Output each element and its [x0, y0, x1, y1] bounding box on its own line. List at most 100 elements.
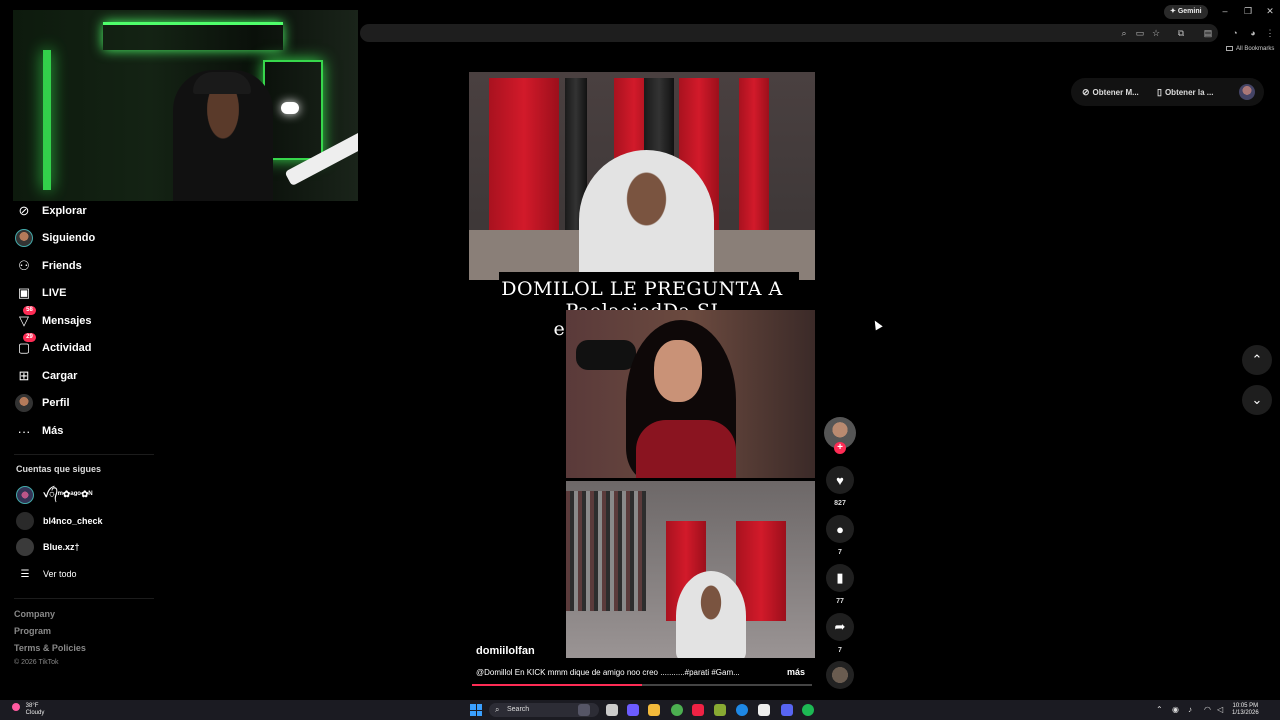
copyright: © 2026 TikTok: [14, 659, 59, 666]
sidebar-item-actividad[interactable]: ▢ 29 Actividad: [14, 333, 92, 360]
more-button[interactable]: más: [787, 667, 805, 677]
sidebar-item-label: Más: [42, 425, 64, 437]
sidebar-item-label: Siguiendo: [42, 232, 96, 244]
chevron-up-icon[interactable]: ⌃: [1156, 705, 1163, 714]
user-avatar[interactable]: [1239, 84, 1255, 100]
chevron-down-icon: ⌄: [1251, 392, 1263, 407]
clock-time: 10:05 PM: [1232, 703, 1259, 709]
sidebar-item-cargar[interactable]: ⊞ Cargar: [14, 364, 78, 388]
taskbar-search-label: Search: [507, 706, 530, 713]
zoom-icon[interactable]: ⌕: [1118, 27, 1130, 39]
share-button[interactable]: ➦: [826, 613, 854, 641]
sidebar-item-perfil[interactable]: Perfil: [14, 391, 70, 415]
sidebar-item-label: Perfil: [42, 397, 70, 409]
get-extension-label-1: Obtener M...: [1092, 87, 1139, 97]
list-icon: ☰: [20, 568, 30, 580]
heart-icon: ♥: [836, 472, 844, 488]
clock-date: 1/13/2026: [1232, 710, 1259, 716]
live-icon: ▣: [17, 285, 31, 300]
compass-icon: ⊘: [18, 203, 30, 218]
share-icon: ➦: [834, 619, 846, 634]
taskview-icon[interactable]: [578, 704, 590, 716]
weather-widget[interactable]: 38°F Cloudy: [12, 703, 44, 717]
sidebar-item-siguiendo[interactable]: Siguiendo: [14, 226, 95, 250]
spotify-icon[interactable]: [802, 704, 814, 716]
footer-terms[interactable]: Terms & Policies: [14, 643, 86, 653]
app-icon[interactable]: [627, 704, 639, 716]
address-bar[interactable]: [360, 24, 1218, 42]
sidepanel-icon[interactable]: ▤: [1202, 27, 1214, 39]
compass-icon: ⊘: [1082, 86, 1090, 97]
video-progress[interactable]: [472, 684, 812, 686]
edge-icon[interactable]: [736, 704, 748, 716]
account-avatar: [16, 486, 34, 504]
folder-icon[interactable]: [648, 704, 660, 716]
all-bookmarks[interactable]: All Bookmarks: [1226, 46, 1274, 52]
chevron-up-icon: ⌃: [1251, 352, 1263, 367]
avatar-icon: [14, 228, 34, 248]
see-all-label: Ver todo: [43, 569, 77, 579]
menu-icon[interactable]: ⋮: [1264, 27, 1276, 39]
messages-badge: 58: [23, 306, 36, 315]
next-video-button[interactable]: ⌄: [1242, 385, 1272, 415]
music-disc-icon[interactable]: [826, 661, 854, 689]
extensions-icon[interactable]: ⧉: [1175, 27, 1187, 39]
cast-icon[interactable]: ▭: [1134, 27, 1146, 39]
clock[interactable]: 10:05 PM 1/13/2026: [1232, 703, 1259, 717]
mic-icon[interactable]: ♪: [1188, 705, 1192, 714]
bookmark-icon: ▮: [836, 570, 844, 585]
save-button[interactable]: ▮: [826, 564, 854, 592]
folder-icon: [1226, 46, 1233, 51]
sidebar-item-label: Explorar: [42, 205, 87, 217]
wifi-icon[interactable]: ◠: [1204, 705, 1211, 714]
sidebar-item-explorar[interactable]: ⊘ Explorar: [14, 199, 87, 223]
get-extension-button-1[interactable]: ⊘ Obtener M...: [1082, 83, 1139, 101]
app-icon[interactable]: [758, 704, 770, 716]
like-button[interactable]: ♥: [826, 466, 854, 494]
minimize-icon[interactable]: –: [1217, 4, 1233, 18]
discord-icon[interactable]: [781, 704, 793, 716]
account-name: Blue.xz†: [43, 542, 80, 552]
account-avatar: [16, 512, 34, 530]
tray-app-icon[interactable]: ◉: [1172, 705, 1179, 714]
app-icon[interactable]: [714, 704, 726, 716]
gemini-button[interactable]: ✦ Gemini: [1164, 5, 1208, 19]
windows-start-icon[interactable]: [470, 704, 482, 716]
following-account[interactable]: bl4nco_check: [16, 511, 103, 531]
save-count: 77: [836, 598, 844, 605]
star-icon[interactable]: ☆: [1150, 27, 1162, 39]
comment-button[interactable]: ●: [826, 515, 854, 543]
account-avatar: [16, 538, 34, 556]
get-extension-button-2[interactable]: ▯ Obtener la ...: [1157, 83, 1213, 101]
account-icon[interactable]: ◕: [1247, 27, 1259, 39]
footer-program[interactable]: Program: [14, 626, 51, 636]
sidebar-item-mas[interactable]: ··· Más: [14, 419, 64, 443]
following-account[interactable]: ꪜ᭄ᵐ✿ᵃᵍᵒ✿ᴺ: [16, 485, 92, 505]
upload-icon: ⊞: [18, 368, 30, 383]
video-author[interactable]: domiilolfan: [476, 645, 535, 657]
sidebar-item-live[interactable]: ▣ LIVE: [14, 281, 67, 305]
sidebar-item-friends[interactable]: ⚇ Friends: [14, 254, 82, 278]
weather-icon: [12, 703, 20, 711]
sidebar-item-label: Mensajes: [42, 315, 92, 327]
volume-icon[interactable]: ◁: [1217, 705, 1223, 714]
video-scene-top: [469, 72, 815, 290]
restore-icon[interactable]: ❐: [1240, 4, 1256, 18]
sidebar-item-mensajes[interactable]: ▽ 58 Mensajes: [14, 306, 92, 333]
video-scene-mid: [566, 310, 815, 478]
video-player[interactable]: DOMILOL LE PREGUNTA A PaolaojedDa SI est…: [469, 72, 815, 658]
app-icon[interactable]: [692, 704, 704, 716]
chrome-icon[interactable]: [671, 704, 683, 716]
previous-video-button[interactable]: ⌃: [1242, 345, 1272, 375]
footer-company[interactable]: Company: [14, 609, 55, 619]
following-account[interactable]: Blue.xz†: [16, 537, 80, 557]
close-icon[interactable]: ✕: [1262, 4, 1278, 18]
profile-toolbar-icon[interactable]: ◔: [1229, 27, 1241, 39]
follow-plus-icon[interactable]: +: [834, 442, 846, 454]
search-icon: ⌕: [495, 705, 500, 714]
app-icon[interactable]: [606, 704, 618, 716]
sidebar-item-label: Actividad: [42, 342, 92, 354]
mouse-cursor-icon: [871, 318, 883, 331]
windows-taskbar: 38°F Cloudy ⌕ Search ⌃ ◉ ♪ ◠ ◁ 10:05 PM 1…: [0, 700, 1280, 720]
see-all-link[interactable]: ☰ Ver todo: [16, 564, 77, 584]
